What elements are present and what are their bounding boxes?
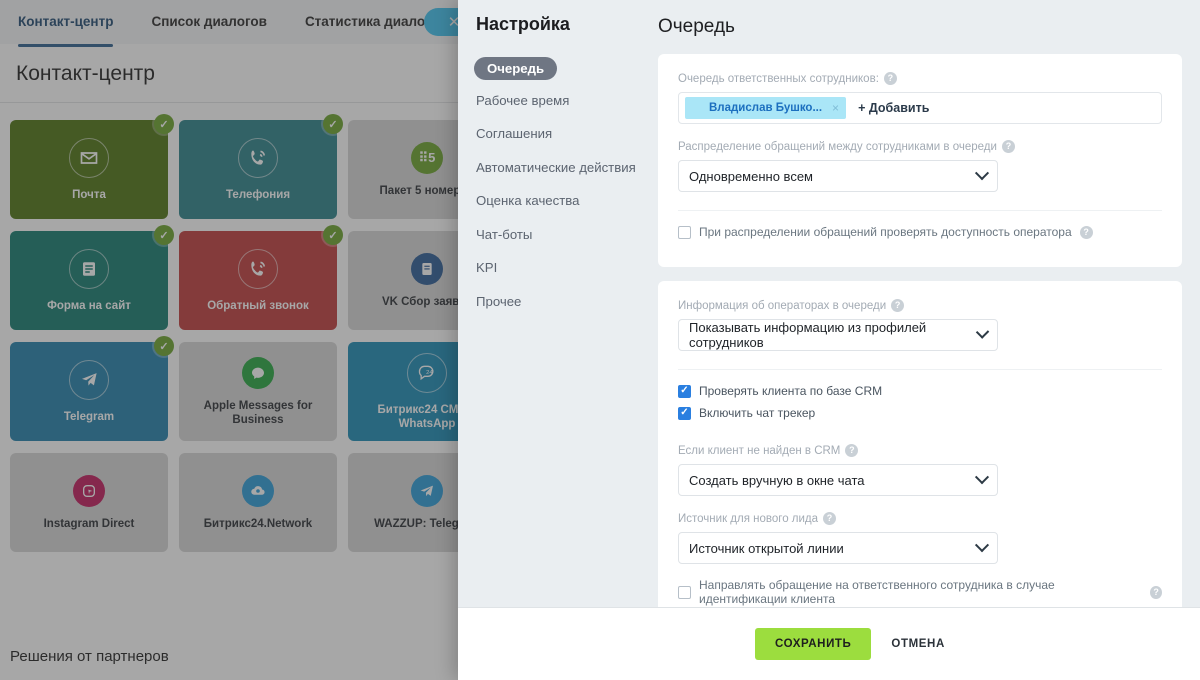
chat-tracker-row[interactable]: ✓ Включить чат трекер — [678, 406, 1162, 420]
route-to-responsible-label: Направлять обращение на ответственного с… — [699, 578, 1142, 606]
operators-info-select[interactable]: Показывать информацию из профилей сотруд… — [678, 319, 998, 351]
distribution-select[interactable]: Одновременно всем — [678, 160, 998, 192]
operators-info-label: Информация об операторах в очереди ? — [678, 299, 1162, 312]
chat-tracker-checkbox[interactable]: ✓ — [678, 407, 691, 420]
operators-info-value: Показывать информацию из профилей сотруд… — [689, 320, 978, 350]
label-text: Источник для нового лида — [678, 513, 818, 525]
chat-tracker-label: Включить чат трекер — [699, 406, 815, 420]
help-icon[interactable]: ? — [1150, 586, 1162, 599]
availability-checkbox-label: При распределении обращений проверять до… — [699, 225, 1072, 239]
route-to-responsible-row[interactable]: Направлять обращение на ответственного с… — [678, 578, 1162, 606]
settings-content: Очередь Очередь ответственных сотруднико… — [658, 0, 1200, 607]
label-text: Распределение обращений между сотрудника… — [678, 141, 997, 153]
content-heading: Очередь — [658, 16, 1182, 38]
employee-tag[interactable]: Владислав Бушко... × — [685, 97, 846, 119]
help-icon[interactable]: ? — [884, 72, 897, 85]
sidebar-item-automatic-actions[interactable]: Автоматические действия — [476, 154, 658, 181]
help-icon[interactable]: ? — [823, 512, 836, 525]
queue-card: Очередь ответственных сотрудников: ? Вла… — [658, 54, 1182, 267]
check-crm-label: Проверять клиента по базе CRM — [699, 384, 882, 398]
add-employee-link[interactable]: + Добавить — [850, 101, 929, 115]
label-text: Информация об операторах в очереди — [678, 300, 886, 312]
availability-checkbox[interactable] — [678, 226, 691, 239]
check-crm-row[interactable]: ✓ Проверять клиента по базе CRM — [678, 384, 1162, 398]
close-small-icon[interactable]: × — [832, 101, 839, 115]
save-button[interactable]: СОХРАНИТЬ — [755, 628, 871, 660]
help-icon[interactable]: ? — [845, 444, 858, 457]
responsible-queue-field[interactable]: Владислав Бушко... × + Добавить — [678, 92, 1162, 124]
sidebar-item-chatbots[interactable]: Чат-боты — [476, 221, 658, 248]
label-text: Очередь ответственных сотрудников: — [678, 73, 879, 85]
sidebar-item-working-hours[interactable]: Рабочее время — [476, 87, 658, 114]
settings-sidebar: Настройка Очередь Рабочее время Соглашен… — [458, 0, 658, 607]
help-icon[interactable]: ? — [1002, 140, 1015, 153]
label-text: Если клиент не найден в CRM — [678, 445, 840, 457]
lead-source-select[interactable]: Источник открытой линии — [678, 532, 998, 564]
distribution-label: Распределение обращений между сотрудника… — [678, 140, 1162, 153]
cancel-button[interactable]: ОТМЕНА — [891, 638, 944, 650]
chevron-down-icon — [975, 538, 989, 552]
route-to-responsible-checkbox[interactable] — [678, 586, 691, 599]
settings-panel-body: Настройка Очередь Рабочее время Соглашен… — [458, 0, 1200, 607]
client-not-found-value: Создать вручную в окне чата — [689, 473, 865, 488]
distribution-value: Одновременно всем — [689, 169, 813, 184]
sidebar-item-queue[interactable]: Очередь — [474, 57, 557, 80]
chevron-down-icon — [975, 166, 989, 180]
card-divider — [678, 210, 1162, 211]
sidebar-item-other[interactable]: Прочее — [476, 288, 658, 315]
sidebar-item-kpi[interactable]: KPI — [476, 254, 658, 281]
availability-checkbox-row[interactable]: При распределении обращений проверять до… — [678, 225, 1162, 239]
card-divider — [678, 369, 1162, 370]
settings-footer: СОХРАНИТЬ ОТМЕНА — [458, 607, 1200, 680]
lead-source-value: Источник открытой линии — [689, 541, 844, 556]
client-not-found-label: Если клиент не найден в CRM ? — [678, 444, 1162, 457]
employee-tag-label: Владислав Бушко... — [709, 102, 822, 114]
settings-title: Настройка — [476, 14, 658, 35]
help-icon[interactable]: ? — [1080, 226, 1093, 239]
client-not-found-select[interactable]: Создать вручную в окне чата — [678, 464, 998, 496]
sidebar-item-quality-assessment[interactable]: Оценка качества — [476, 187, 658, 214]
sidebar-item-agreements[interactable]: Соглашения — [476, 120, 658, 147]
lead-source-label: Источник для нового лида ? — [678, 512, 1162, 525]
settings-panel: Настройка Очередь Рабочее время Соглашен… — [458, 0, 1200, 680]
chevron-down-icon — [975, 470, 989, 484]
crm-card: Информация об операторах в очереди ? Пок… — [658, 281, 1182, 607]
responsible-queue-label: Очередь ответственных сотрудников: ? — [678, 72, 1162, 85]
help-icon[interactable]: ? — [891, 299, 904, 312]
check-crm-checkbox[interactable]: ✓ — [678, 385, 691, 398]
